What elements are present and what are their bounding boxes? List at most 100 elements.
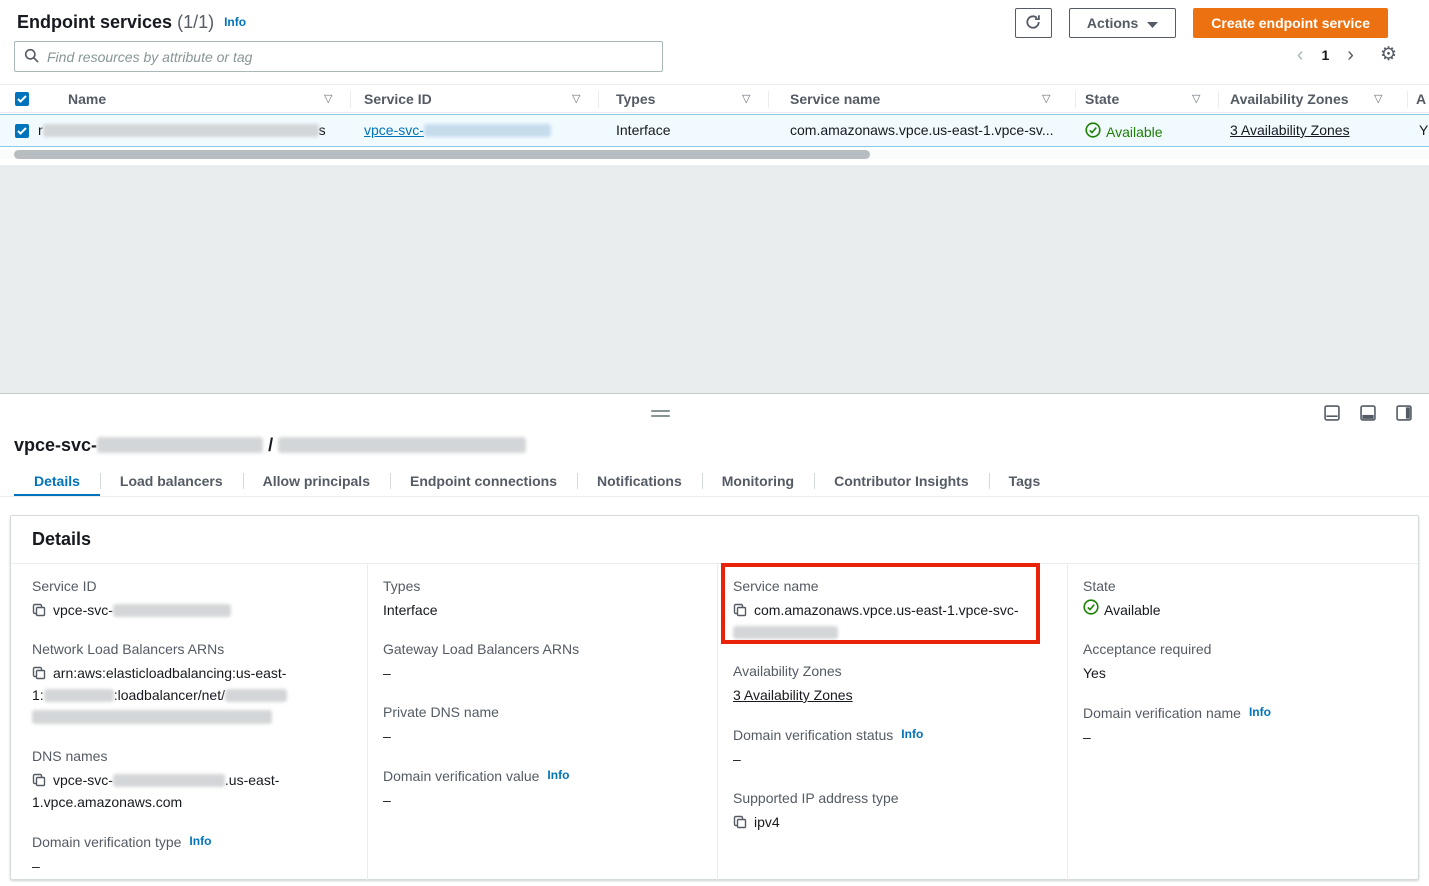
field-label: Gateway Load Balancers ARNs (383, 640, 701, 658)
field-value: arn:aws:elasticloadbalancing:us-east- 1:… (32, 662, 351, 728)
next-page-button[interactable]: › (1344, 45, 1357, 65)
column-header-clipped[interactable]: A (1416, 91, 1426, 107)
background-gap (0, 165, 1429, 393)
info-link[interactable]: Info (224, 15, 246, 29)
actions-button[interactable]: Actions (1069, 8, 1176, 38)
filter-icon[interactable]: ▽ (324, 92, 332, 105)
field-acceptance-required: Acceptance required Yes (1083, 640, 1402, 684)
cell-service-name: com.amazonaws.vpce.us-east-1.vpce-sv... (790, 122, 1054, 138)
field-label: Acceptance required (1083, 640, 1402, 658)
panel-side-icon (1396, 405, 1412, 421)
field-value: – (733, 748, 1051, 770)
cell-name: rs (38, 122, 326, 138)
details-column-1: Service ID vpce-svc- Network Load Balanc… (11, 564, 367, 880)
field-label: Types (383, 577, 701, 595)
tab-monitoring[interactable]: Monitoring (702, 466, 814, 496)
details-card-heading: Details (11, 516, 1418, 564)
tab-load-balancers[interactable]: Load balancers (100, 466, 243, 496)
settings-gear-button[interactable]: ⚙ (1380, 43, 1397, 66)
previous-page-button[interactable]: ‹ (1294, 45, 1307, 65)
table-row[interactable]: rs vpce-svc- Interface com.amazonaws.vpc… (0, 114, 1429, 147)
field-value: – (383, 725, 701, 747)
field-private-dns-name: Private DNS name – (383, 703, 701, 747)
field-label: Supported IP address type (733, 789, 1051, 807)
split-panel: vpce-svc- / Details Load balancers Allow… (0, 393, 1429, 886)
field-types: Types Interface (383, 577, 701, 621)
column-header-name[interactable]: Name (68, 91, 106, 107)
copy-icon[interactable] (32, 662, 46, 684)
tab-endpoint-connections[interactable]: Endpoint connections (390, 466, 577, 496)
panel-position-bottom-filled-button[interactable] (1360, 405, 1376, 421)
filter-icon[interactable]: ▽ (1042, 92, 1050, 105)
filter-icon[interactable]: ▽ (572, 92, 580, 105)
field-network-load-balancers-arns: Network Load Balancers ARNs arn:aws:elas… (32, 640, 351, 728)
page-title-text: Endpoint services (17, 12, 172, 32)
info-link[interactable]: Info (189, 834, 211, 848)
info-link[interactable]: Info (901, 727, 923, 741)
panel-position-side-button[interactable] (1396, 405, 1412, 421)
field-value: Available (1083, 599, 1402, 621)
info-link[interactable]: Info (547, 768, 569, 782)
field-value: ipv4 (733, 811, 1051, 833)
column-header-state[interactable]: State (1085, 91, 1119, 107)
redacted-text (44, 689, 114, 702)
field-label: Domain verification nameInfo (1083, 703, 1402, 722)
caret-down-icon (1147, 15, 1158, 31)
redacted-text (97, 437, 263, 453)
actions-button-label: Actions (1087, 15, 1138, 31)
cell-types: Interface (616, 122, 670, 138)
state-text: Available (1104, 599, 1161, 621)
column-header-types[interactable]: Types (616, 91, 655, 107)
field-label: Service name (733, 577, 1051, 595)
field-label: Domain verification valueInfo (383, 766, 701, 785)
field-value: – (383, 789, 701, 811)
horizontal-scrollbar-thumb[interactable] (14, 150, 870, 159)
field-label: State (1083, 577, 1402, 595)
column-divider (598, 91, 599, 108)
field-domain-verification-type: Domain verification typeInfo – (32, 832, 351, 877)
copy-icon[interactable] (32, 599, 46, 621)
redacted-text (43, 124, 319, 137)
copy-icon[interactable] (733, 599, 747, 621)
page-number[interactable]: 1 (1321, 47, 1329, 63)
service-id-link[interactable]: vpce-svc- (364, 122, 551, 138)
copy-icon[interactable] (32, 769, 46, 791)
field-label: DNS names (32, 747, 351, 765)
tab-notifications[interactable]: Notifications (577, 466, 702, 496)
field-label: Service ID (32, 577, 351, 595)
availability-zones-link[interactable]: 3 Availability Zones (1230, 122, 1350, 138)
tab-tags[interactable]: Tags (989, 466, 1061, 496)
search-box (14, 41, 663, 72)
create-endpoint-service-button[interactable]: Create endpoint service (1193, 8, 1388, 38)
redacted-text (113, 774, 225, 787)
row-checkbox[interactable] (15, 124, 29, 138)
info-link[interactable]: Info (1249, 705, 1271, 719)
copy-icon[interactable] (733, 811, 747, 833)
column-header-availability-zones[interactable]: Availability Zones (1230, 91, 1349, 107)
cell-clipped: Y (1419, 122, 1428, 138)
tab-details[interactable]: Details (14, 466, 100, 496)
split-panel-title: vpce-svc- / (14, 435, 526, 456)
availability-zones-link[interactable]: 3 Availability Zones (733, 687, 853, 703)
field-value: – (383, 662, 701, 684)
filter-icon[interactable]: ▽ (1374, 92, 1382, 105)
details-column-3: Service name com.amazonaws.vpce.us-east-… (717, 564, 1067, 880)
panel-bottom-filled-icon (1360, 405, 1376, 421)
column-header-service-name[interactable]: Service name (790, 91, 880, 107)
filter-icon[interactable]: ▽ (1192, 92, 1200, 105)
field-value: vpce-svc-.us-east- 1.vpce.amazonaws.com (32, 769, 351, 813)
field-service-name: Service name com.amazonaws.vpce.us-east-… (733, 577, 1051, 643)
split-panel-drag-handle[interactable] (651, 410, 670, 417)
panel-position-bottom-button[interactable] (1324, 405, 1340, 421)
refresh-button[interactable] (1015, 8, 1052, 38)
tab-allow-principals[interactable]: Allow principals (243, 466, 390, 496)
field-label: Network Load Balancers ARNs (32, 640, 351, 658)
details-column-4: State Available Acceptance required Yes … (1067, 564, 1418, 880)
tab-contributor-insights[interactable]: Contributor Insights (814, 466, 989, 496)
search-input[interactable] (47, 49, 653, 65)
select-all-checkbox[interactable] (15, 92, 29, 106)
column-header-service-id[interactable]: Service ID (364, 91, 432, 107)
field-availability-zones: Availability Zones 3 Availability Zones (733, 662, 1051, 706)
aws-console-screen: Endpoint services (1/1)Info Actions Crea… (0, 0, 1429, 886)
filter-icon[interactable]: ▽ (742, 92, 750, 105)
